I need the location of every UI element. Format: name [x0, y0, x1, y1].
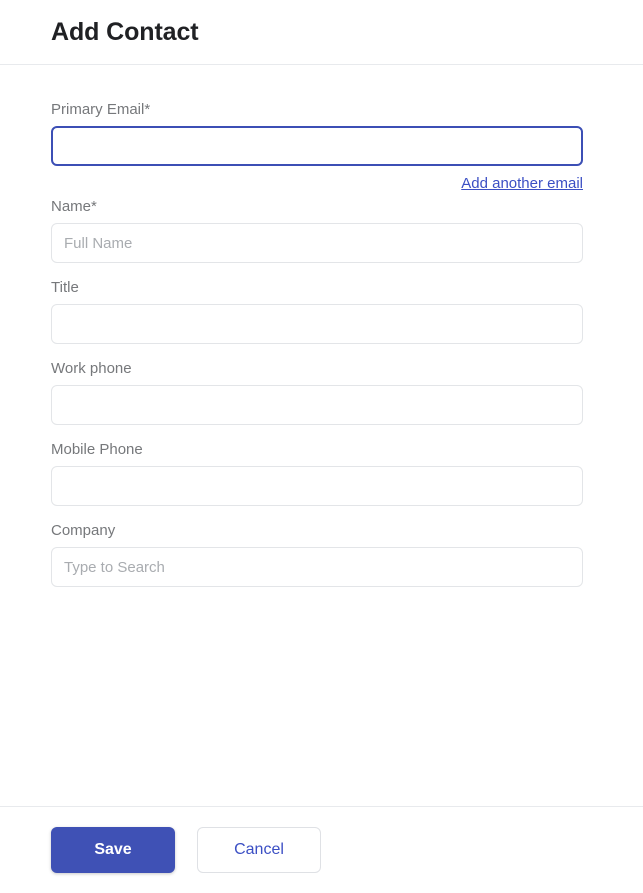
add-another-email-row: Add another email: [51, 175, 583, 193]
cancel-button[interactable]: Cancel: [197, 827, 321, 873]
add-contact-dialog: Add Contact Primary Email* Add another e…: [0, 0, 643, 893]
field-mobile-phone: Mobile Phone: [51, 441, 592, 506]
field-work-phone: Work phone: [51, 360, 592, 425]
work-phone-input[interactable]: [51, 385, 583, 425]
field-label-work-phone: Work phone: [51, 360, 132, 377]
field-label-primary-email: Primary Email*: [51, 101, 151, 118]
field-title: Title: [51, 279, 592, 344]
field-label-name: Name*: [51, 198, 97, 215]
name-input[interactable]: [51, 223, 583, 263]
title-input[interactable]: [51, 304, 583, 344]
save-button[interactable]: Save: [51, 827, 175, 873]
primary-email-input[interactable]: [51, 126, 583, 166]
company-input[interactable]: [51, 547, 583, 587]
mobile-phone-input[interactable]: [51, 466, 583, 506]
field-label-mobile-phone: Mobile Phone: [51, 441, 143, 458]
dialog-footer: Save Cancel: [0, 806, 643, 893]
contact-form: Primary Email* Add another email Name* T…: [0, 65, 643, 806]
field-label-company: Company: [51, 522, 116, 539]
field-primary-email: Primary Email*: [51, 101, 592, 166]
field-label-title: Title: [51, 279, 79, 296]
field-name: Name*: [51, 198, 592, 263]
field-company: Company: [51, 522, 592, 587]
page-title: Add Contact: [51, 17, 199, 46]
add-another-email-link[interactable]: Add another email: [461, 175, 583, 192]
dialog-header: Add Contact: [0, 0, 643, 65]
